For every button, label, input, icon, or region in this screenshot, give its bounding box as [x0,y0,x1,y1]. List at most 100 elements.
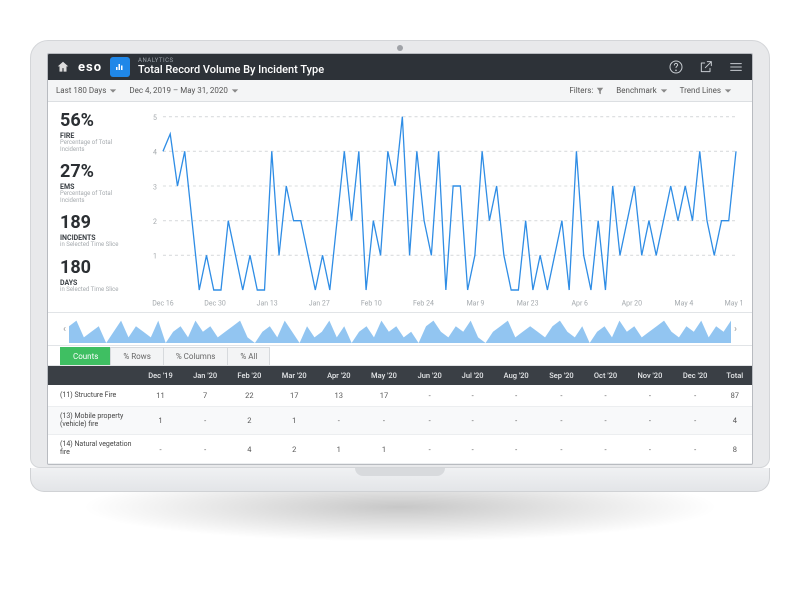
menu-icon[interactable] [728,59,744,75]
table-row: (13) Mobile property (vehicle) fire1-21-… [48,407,752,435]
table-cell: 2 [271,435,317,463]
main-chart[interactable]: 12345Dec 16Dec 30Jan 13Jan 27Feb 10Feb 2… [143,110,742,310]
chevron-down-icon [231,87,239,95]
stat-value: 56% [60,112,137,130]
table-row: (14) Natural vegetation fire--4211------… [48,435,752,463]
table-header[interactable]: Nov '20 [627,366,673,385]
svg-text:Apr 6: Apr 6 [571,298,587,307]
svg-text:3: 3 [153,182,157,191]
brand-logo: eso [78,60,102,75]
table-cell: - [673,385,718,407]
table-cell: 17 [361,385,408,407]
stat-sublabel: Percentage of Total Incidents [60,140,137,153]
row-label: (11) Structure Fire [48,385,138,407]
table-header[interactable]: Total [718,366,752,385]
row-label: (13) Mobile property (vehicle) fire [48,407,138,435]
tab-counts[interactable]: Counts [60,347,111,365]
app-screen: eso ANALYTICS Total Record Volume By Inc… [47,53,753,465]
home-icon[interactable] [56,60,70,74]
table-cell: - [539,385,584,407]
table-cell: - [138,435,183,463]
table-cell: 22 [227,385,271,407]
table-cell: - [493,435,539,463]
table-header[interactable]: Sep '20 [539,366,584,385]
svg-text:May 4: May 4 [675,298,694,307]
table-header[interactable]: Oct '20 [584,366,627,385]
table-cell: - [493,407,539,435]
date-range-dropdown[interactable]: Dec 4, 2019 – May 31, 2020 [129,86,239,95]
tab--all[interactable]: % All [227,347,270,365]
page-title: Total Record Volume By Incident Type [138,64,324,76]
chevron-down-icon [724,87,732,95]
benchmark-dropdown[interactable]: Benchmark [616,86,667,95]
table-cell: - [407,385,452,407]
svg-text:2: 2 [153,217,157,226]
table-header[interactable]: May '20 [361,366,408,385]
table-header[interactable]: Dec '20 [673,366,718,385]
table-header[interactable] [48,366,138,385]
chevron-down-icon [109,87,117,95]
table-header[interactable]: Aug '20 [493,366,539,385]
table-cell: - [673,407,718,435]
chevron-down-icon [660,87,668,95]
svg-text:Jan 13: Jan 13 [257,298,278,307]
row-label: (14) Natural vegetation fire [48,435,138,463]
mini-timeline[interactable]: ‹ › [48,312,752,346]
table-header[interactable]: Dec '19 [138,366,183,385]
table-cell: - [407,407,452,435]
trendlines-dropdown[interactable]: Trend Lines [680,86,732,95]
mini-chart[interactable] [69,315,731,343]
table-cell: 8 [718,435,752,463]
table-cell: 11 [138,385,183,407]
table-cell: 4 [718,407,752,435]
tab--rows[interactable]: % Rows [110,347,163,365]
period-dropdown[interactable]: Last 180 Days [56,86,117,95]
svg-text:Apr 20: Apr 20 [622,298,642,307]
help-icon[interactable] [668,59,684,75]
laptop-base [30,468,770,492]
app-chip-icon[interactable] [110,57,130,77]
stat-value: 27% [60,163,137,181]
data-table: Dec '19Jan '20Feb '20Mar '20Apr '20May '… [48,366,752,464]
trendlines-label: Trend Lines [680,86,721,95]
stats-panel: 56%FIREPercentage of Total Incidents27%E… [48,102,143,312]
table-cell: 7 [183,385,227,407]
laptop-camera [397,45,403,51]
table-cell: - [407,435,452,463]
table-cell: - [584,385,627,407]
svg-text:5: 5 [153,113,157,122]
top-bar: eso ANALYTICS Total Record Volume By Inc… [48,54,752,80]
svg-text:Feb 10: Feb 10 [361,298,382,307]
table-cell: - [361,407,408,435]
svg-text:Jan 27: Jan 27 [309,298,330,307]
share-icon[interactable] [698,59,714,75]
table-header[interactable]: Jul '20 [452,366,493,385]
table-cell: 1 [138,407,183,435]
svg-text:Dec 30: Dec 30 [204,298,225,307]
table-header[interactable]: Feb '20 [227,366,271,385]
table-cell: - [539,407,584,435]
stat-value: 189 [60,214,137,232]
svg-text:4: 4 [153,147,157,156]
stat-sublabel: Percentage of Total Incidents [60,191,137,204]
table-header[interactable]: Jun '20 [407,366,452,385]
svg-text:Mar 9: Mar 9 [467,298,485,307]
table-tabs: Counts% Rows% Columns% All [48,346,752,366]
tab--columns[interactable]: % Columns [163,347,229,365]
stat-value: 180 [60,259,137,277]
stat-block: 180DAYSin Selected Time Slice [60,259,137,294]
timeline-left-caret[interactable]: ‹ [60,314,69,344]
table-cell: - [183,435,227,463]
table-header[interactable]: Mar '20 [271,366,317,385]
table-cell: - [584,407,627,435]
filter-bar: Last 180 Days Dec 4, 2019 – May 31, 2020… [48,80,752,102]
table-cell: - [183,407,227,435]
table-cell: - [493,385,539,407]
filters-chip[interactable]: Filters: [569,86,604,95]
table-cell: 13 [317,385,360,407]
timeline-right-caret[interactable]: › [731,314,740,344]
table-header[interactable]: Apr '20 [317,366,360,385]
table-header[interactable]: Jan '20 [183,366,227,385]
filters-label: Filters: [569,86,593,95]
svg-text:May 18: May 18 [725,298,742,307]
